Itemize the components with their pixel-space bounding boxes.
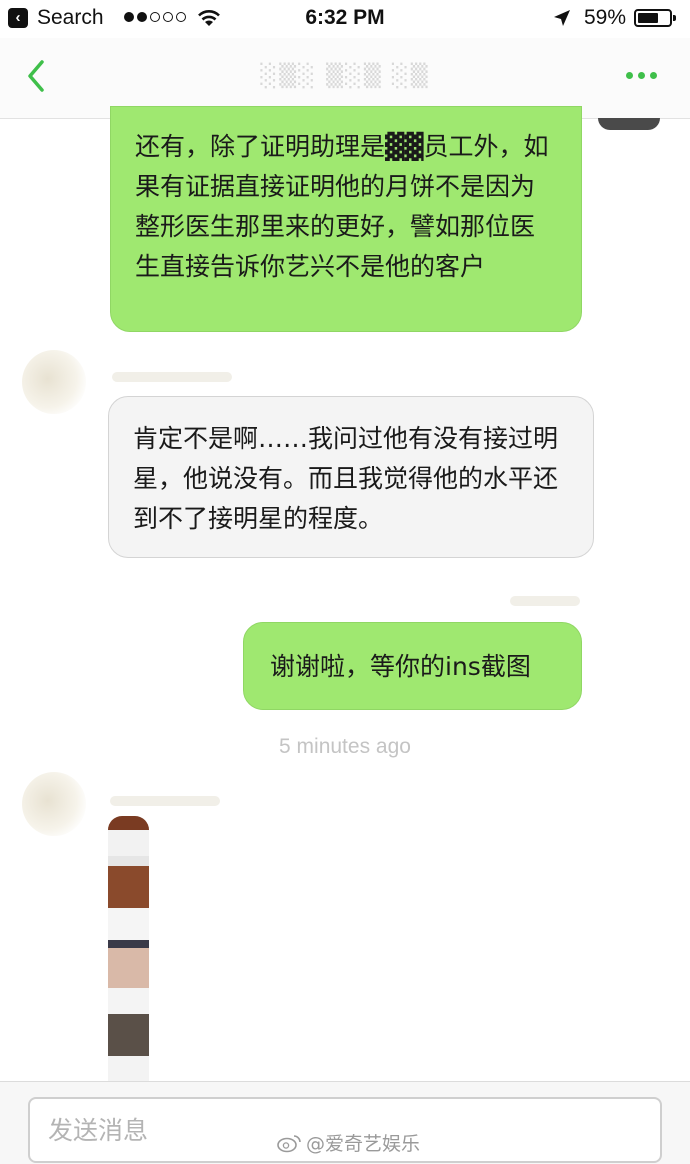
weibo-watermark: @爱奇艺娱乐 xyxy=(276,1129,420,1156)
contact-name-redacted: ░▒░ ▒░▒ ░▒ xyxy=(260,64,430,89)
status-bar: ‹ Search 6:32 PM 59% xyxy=(0,0,690,38)
weibo-logo-icon xyxy=(277,1134,301,1152)
outgoing-message-bubble[interactable]: 谢谢啦，等你的ins截图 xyxy=(243,622,582,710)
incoming-message-bubble[interactable]: 肯定不是啊……我问过他有没有接过明星，他说没有。而且我觉得他的水平还到不了接明星… xyxy=(108,396,594,558)
location-arrow-icon xyxy=(554,10,570,26)
ellipsis-icon[interactable] xyxy=(626,72,657,79)
sender-name-redacted xyxy=(510,596,580,606)
watermark-text: @爱奇艺娱乐 xyxy=(306,1133,421,1155)
screenshot-image-attachment[interactable] xyxy=(108,816,149,1081)
contact-avatar[interactable] xyxy=(22,772,86,836)
contact-name-redacted xyxy=(112,372,232,382)
outgoing-message-bubble[interactable]: 还有，除了证明助理是▓▓员工外，如果有证据直接证明他的月饼不是因为整形医生那里来… xyxy=(110,106,582,332)
contact-name-redacted xyxy=(110,796,220,806)
message-timestamp: 5 minutes ago xyxy=(279,735,411,758)
battery-icon xyxy=(634,9,676,27)
battery-percentage: 59% xyxy=(584,6,627,29)
my-avatar[interactable] xyxy=(598,118,660,130)
contact-avatar[interactable] xyxy=(22,350,86,414)
